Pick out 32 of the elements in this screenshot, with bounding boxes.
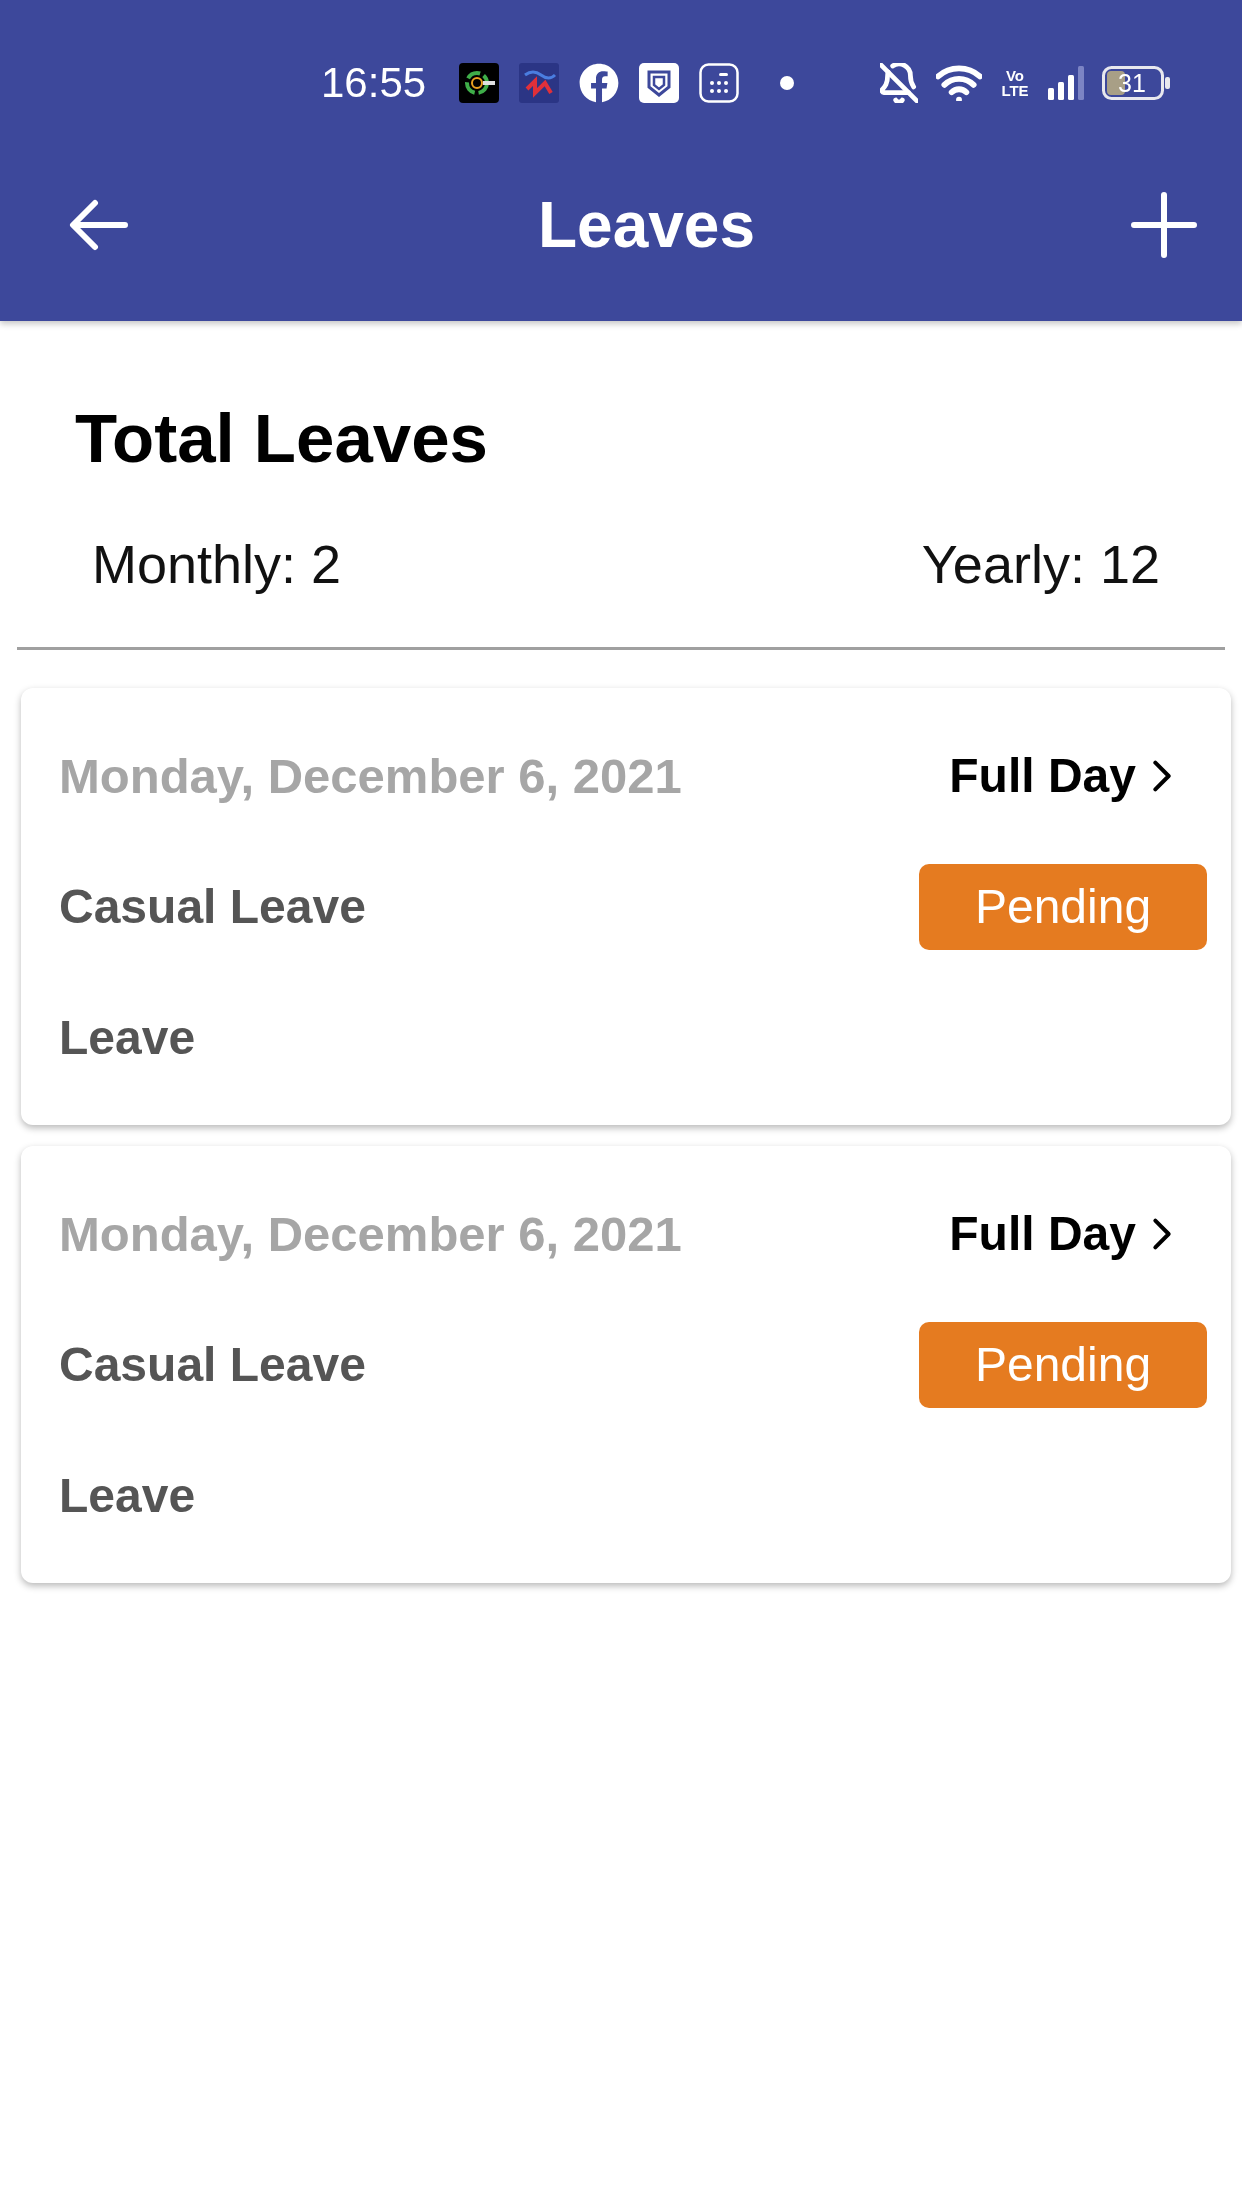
- leave-card[interactable]: Monday, December 6, 2021 Full Day Casual Leave Pending Leave: [21, 688, 1231, 1125]
- duration-link[interactable]: Full Day: [949, 1204, 1172, 1264]
- back-button[interactable]: [68, 199, 128, 251]
- total-leaves-heading: Total Leaves: [75, 399, 488, 479]
- network-type-text: Vo LTE: [1000, 68, 1030, 98]
- leave-type: Casual Leave: [59, 879, 366, 935]
- status-time: 16:55: [321, 62, 427, 104]
- yearly-count: Yearly: 12: [921, 533, 1160, 596]
- bell-off-icon: [880, 63, 918, 103]
- chevron-right-icon: [1152, 1217, 1172, 1251]
- add-button[interactable]: [1131, 192, 1197, 258]
- arrow-left-icon: [68, 199, 128, 251]
- square-logo-icon: [519, 63, 560, 103]
- monthly-count: Monthly: 2: [92, 533, 342, 596]
- wifi-icon: [936, 65, 982, 101]
- page-title: Leaves: [537, 188, 756, 263]
- leave-date: Monday, December 6, 2021: [59, 1206, 682, 1263]
- chevron-right-icon: [1152, 759, 1172, 793]
- leave-reason: Leave: [59, 1468, 196, 1524]
- status-badge: Pending: [919, 864, 1207, 950]
- status-badge: Pending: [919, 1322, 1207, 1408]
- leave-card[interactable]: Monday, December 6, 2021 Full Day Casual Leave Pending Leave: [21, 1146, 1231, 1583]
- ring-logo-icon: [459, 63, 500, 103]
- leave-type: Casual Leave: [59, 1337, 366, 1393]
- shield-badge-icon: [639, 63, 680, 103]
- plus-icon: [1131, 192, 1197, 258]
- keypad-icon: [699, 63, 740, 103]
- leave-reason: Leave: [59, 1010, 196, 1066]
- leave-date: Monday, December 6, 2021: [59, 748, 682, 805]
- signal-icon: [1048, 66, 1084, 100]
- facebook-icon: [579, 63, 620, 103]
- duration-link[interactable]: Full Day: [949, 746, 1172, 806]
